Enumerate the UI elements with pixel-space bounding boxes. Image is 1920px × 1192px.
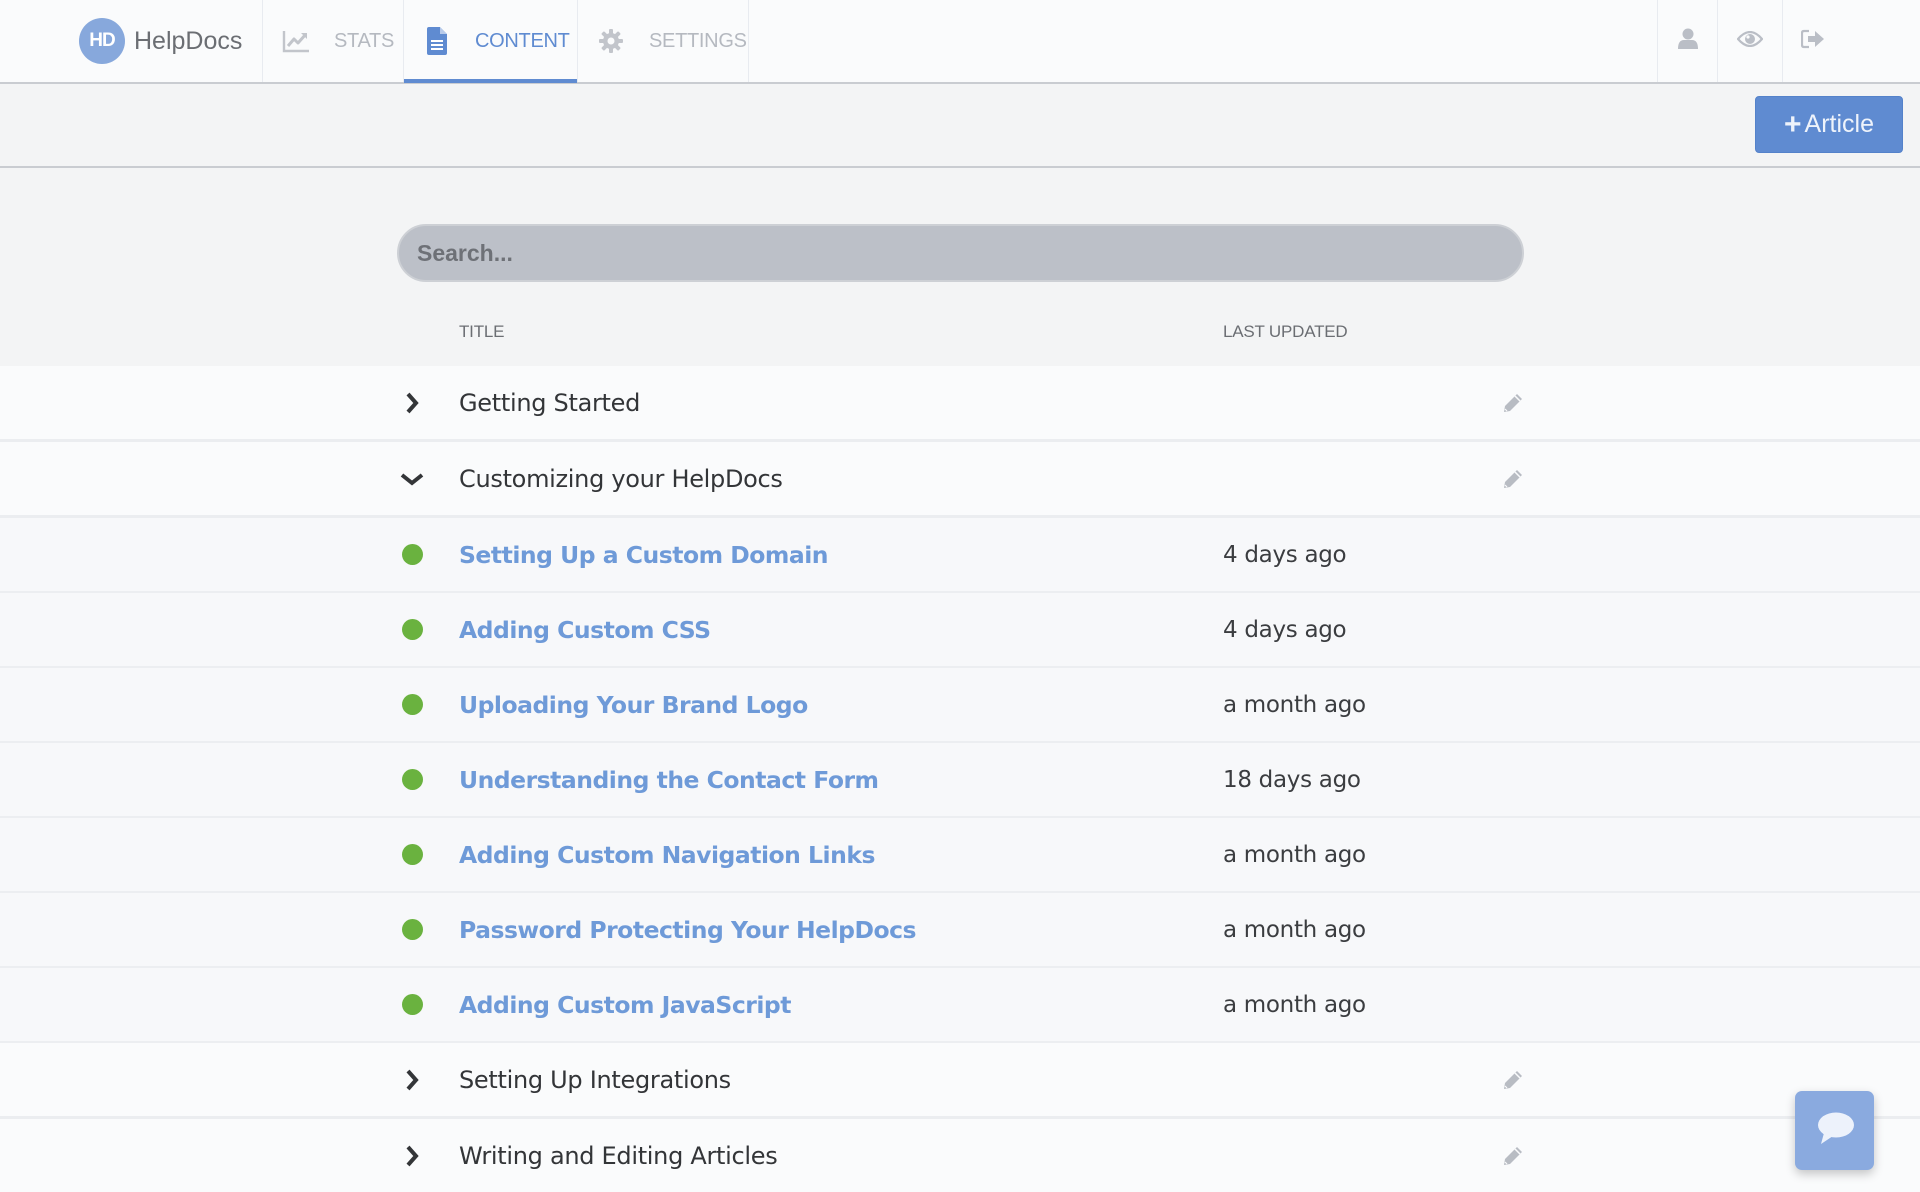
last-updated: 4 days ago (1223, 541, 1347, 568)
category-title[interactable]: Writing and Editing Articles (459, 1142, 778, 1170)
article-row[interactable]: Setting Up a Custom Domain 4 days ago (0, 518, 1920, 593)
plus-icon: + (1784, 107, 1802, 141)
tab-stats-label: STATS (334, 29, 394, 52)
tab-settings[interactable]: SETTINGS (577, 0, 748, 82)
gear-icon (597, 27, 625, 55)
last-updated: 4 days ago (1223, 616, 1347, 643)
status-dot (397, 615, 427, 645)
category-title[interactable]: Setting Up Integrations (459, 1066, 731, 1094)
article-title-link[interactable]: Uploading Your Brand Logo (459, 691, 808, 719)
logo-text: HelpDocs (134, 26, 243, 55)
tab-content-label: CONTENT (475, 29, 570, 52)
column-header-last-updated[interactable]: LAST UPDATED (1223, 322, 1348, 342)
article-title-link[interactable]: Setting Up a Custom Domain (459, 541, 829, 569)
article-row[interactable]: Adding Custom JavaScript a month ago (0, 968, 1920, 1043)
view-site-button[interactable] (1717, 0, 1782, 82)
content-toolbar: + Article (0, 84, 1920, 168)
profile-button[interactable] (1657, 0, 1717, 82)
search-input[interactable] (397, 224, 1524, 282)
sign-out-button[interactable] (1782, 0, 1842, 82)
article-row[interactable]: Adding Custom Navigation Links a month a… (0, 818, 1920, 893)
document-icon (423, 27, 451, 55)
sign-out-icon (1800, 29, 1825, 53)
article-title-link[interactable]: Adding Custom Navigation Links (459, 841, 875, 869)
chevron-right-icon[interactable] (397, 1065, 427, 1095)
chat-button[interactable] (1795, 1091, 1874, 1170)
pencil-icon[interactable] (1500, 1143, 1526, 1169)
category-row[interactable]: Writing and Editing Articles (0, 1119, 1920, 1192)
status-dot (397, 840, 427, 870)
status-dot (397, 690, 427, 720)
pencil-icon[interactable] (1500, 466, 1526, 492)
category-row[interactable]: Customizing your HelpDocs (0, 442, 1920, 518)
pencil-icon[interactable] (1500, 390, 1526, 416)
logo-mark: HD (79, 18, 125, 64)
article-row[interactable]: Adding Custom CSS 4 days ago (0, 593, 1920, 668)
last-updated: a month ago (1223, 991, 1366, 1018)
article-row[interactable]: Uploading Your Brand Logo a month ago (0, 668, 1920, 743)
last-updated: 18 days ago (1223, 766, 1361, 793)
logo[interactable]: HD HelpDocs (79, 18, 242, 64)
tab-settings-label: SETTINGS (649, 29, 747, 52)
category-row[interactable]: Setting Up Integrations (0, 1043, 1920, 1119)
top-navigation: HD HelpDocs STATS CONTENT SETTINGS (0, 0, 1920, 84)
category-title[interactable]: Customizing your HelpDocs (459, 465, 783, 493)
column-header-title[interactable]: TITLE (459, 322, 504, 342)
last-updated: a month ago (1223, 916, 1366, 943)
tab-content[interactable]: CONTENT (403, 0, 577, 83)
tab-stats[interactable]: STATS (262, 0, 403, 82)
tab-divider (748, 0, 749, 82)
category-row[interactable]: Getting Started (0, 366, 1920, 442)
chevron-right-icon[interactable] (397, 1141, 427, 1171)
article-title-link[interactable]: Understanding the Contact Form (459, 766, 879, 794)
chat-bubble-icon (1815, 1111, 1855, 1151)
user-icon (1677, 28, 1698, 54)
chevron-right-icon[interactable] (397, 388, 427, 418)
add-article-button[interactable]: + Article (1755, 96, 1903, 153)
content-list: Getting Started Customizing your HelpDoc… (0, 366, 1920, 1192)
status-dot (397, 990, 427, 1020)
last-updated: a month ago (1223, 841, 1366, 868)
status-dot (397, 915, 427, 945)
article-row[interactable]: Password Protecting Your HelpDocs a mont… (0, 893, 1920, 968)
add-article-label: Article (1804, 110, 1874, 138)
article-title-link[interactable]: Adding Custom CSS (459, 616, 711, 644)
status-dot (397, 765, 427, 795)
eye-icon (1736, 30, 1764, 51)
chevron-down-icon[interactable] (397, 464, 427, 494)
pencil-icon[interactable] (1500, 1067, 1526, 1093)
category-title[interactable]: Getting Started (459, 389, 640, 417)
line-chart-icon (282, 27, 310, 55)
last-updated: a month ago (1223, 691, 1366, 718)
article-title-link[interactable]: Adding Custom JavaScript (459, 991, 791, 1019)
article-title-link[interactable]: Password Protecting Your HelpDocs (459, 916, 917, 944)
article-row[interactable]: Understanding the Contact Form 18 days a… (0, 743, 1920, 818)
status-dot (397, 540, 427, 570)
